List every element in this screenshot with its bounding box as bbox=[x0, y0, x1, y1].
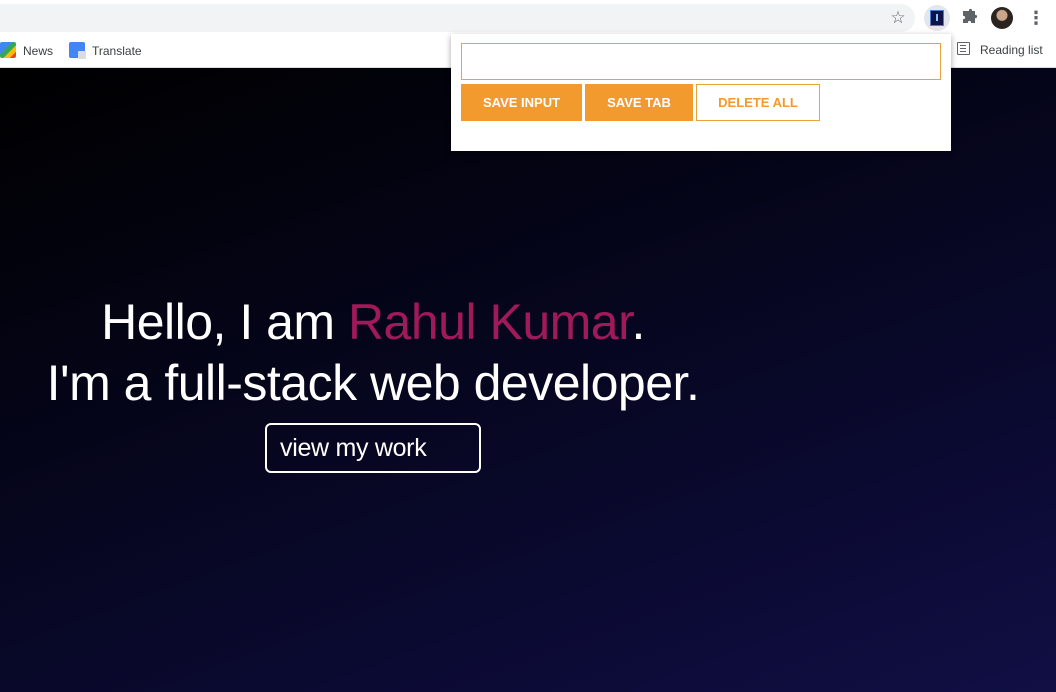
reading-list-icon[interactable] bbox=[957, 42, 970, 55]
star-icon[interactable]: ☆ bbox=[888, 8, 908, 28]
reading-list-button[interactable]: Reading list bbox=[980, 42, 1043, 58]
lead-input[interactable] bbox=[461, 43, 941, 80]
extension-popup: SAVE INPUT SAVE TAB DELETE ALL bbox=[451, 34, 951, 151]
browser-toolbar: ☆ ⋮ bbox=[0, 0, 1056, 34]
hero-name: Rahul Kumar bbox=[347, 294, 632, 350]
kebab-menu-icon[interactable]: ⋮ bbox=[1027, 8, 1045, 28]
google-news-icon bbox=[0, 42, 16, 58]
delete-all-button[interactable]: DELETE ALL bbox=[696, 84, 820, 121]
puzzle-icon[interactable] bbox=[958, 7, 980, 29]
greeting-prefix: Hello, I am bbox=[101, 294, 348, 350]
hero-greeting: Hello, I am Rahul Kumar. bbox=[0, 294, 746, 350]
view-my-work-button[interactable]: view my work bbox=[265, 423, 481, 473]
greeting-suffix: . bbox=[631, 294, 646, 350]
extension-active-icon[interactable] bbox=[924, 5, 950, 31]
extension-logo bbox=[930, 10, 944, 26]
hero-tagline: I'm a full-stack web developer. bbox=[46, 355, 700, 411]
address-bar[interactable] bbox=[0, 4, 915, 32]
bookmark-label: News bbox=[23, 44, 54, 58]
profile-avatar[interactable] bbox=[991, 7, 1013, 29]
save-input-button[interactable]: SAVE INPUT bbox=[461, 84, 582, 121]
bookmark-translate[interactable]: Translate bbox=[69, 42, 142, 60]
bookmark-news[interactable]: News bbox=[0, 42, 53, 60]
save-tab-button[interactable]: SAVE TAB bbox=[585, 84, 693, 121]
portfolio-page: Hello, I am Rahul Kumar. I'm a full-stac… bbox=[0, 68, 1056, 692]
browser-window: ☆ ⋮ News Translate Reading list Hello, I… bbox=[0, 0, 1056, 692]
google-translate-icon bbox=[69, 42, 86, 59]
bookmark-label: Translate bbox=[92, 44, 142, 58]
